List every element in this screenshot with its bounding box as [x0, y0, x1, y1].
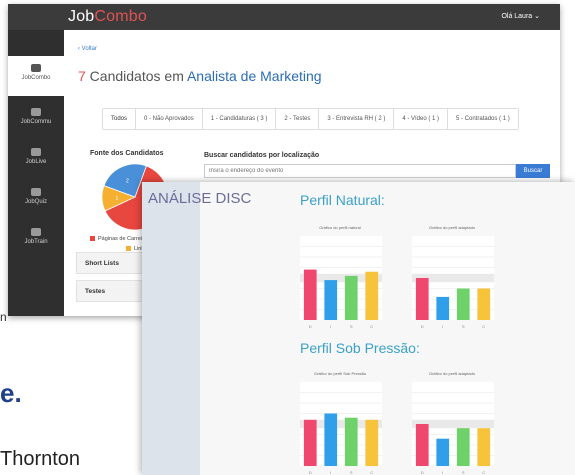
legend-swatch	[126, 246, 131, 252]
disc-bar-chart: DISC	[300, 236, 382, 329]
sidebar-item-jobtrain[interactable]: JobTrain	[8, 220, 64, 260]
search-button[interactable]: Buscar	[516, 164, 550, 178]
screenshot-stage: n e. Thornton JobCombo Olá Laura ⌄ JobCo…	[0, 0, 575, 475]
disc-chart-pressao-adaptado: Gráfico do perfil adaptado D I S C	[404, 370, 500, 475]
title-text: Candidatos em	[85, 68, 187, 84]
disc-bar-chart: DISC	[300, 382, 382, 475]
legend-label: Páginas de Carreira	[98, 236, 147, 242]
bar-d	[415, 278, 429, 320]
disc-sidebar	[142, 182, 200, 475]
tick-label: I	[442, 470, 443, 475]
disc-analysis-window: ANÁLISE DISC Perfil Natural: Perfil Sob …	[142, 182, 575, 475]
tick-label: C	[482, 470, 485, 475]
app-logo[interactable]: JobCombo	[68, 8, 147, 26]
logo-accent-text: Combo	[94, 8, 147, 25]
video-icon	[31, 108, 41, 116]
tick-label: C	[370, 324, 373, 329]
chart-caption: Gráfico do perfil natural	[319, 225, 361, 230]
sidebar-item-label: JobCombo	[21, 75, 51, 81]
location-search-input[interactable]	[204, 164, 516, 178]
logo-text: Job	[68, 8, 95, 25]
bar-s	[344, 275, 358, 320]
bar-c	[477, 288, 491, 320]
tick-label: D	[421, 324, 424, 329]
bar-c	[477, 428, 491, 466]
sidebar: JobCombo JobCommu JobLive JobQuiz JobTra…	[8, 30, 64, 316]
tick-label: S	[462, 324, 465, 329]
status-tabs: Todos 0 - Não Aprovados 1 - Candidaturas…	[102, 108, 519, 130]
bar-i	[324, 413, 338, 466]
bar-i	[324, 280, 338, 320]
bar-i	[436, 296, 450, 320]
bar-c	[365, 419, 379, 466]
bar-d	[303, 269, 317, 320]
tick-label: S	[462, 470, 465, 475]
chart-caption: Gráfico do perfil Sob Pressão	[313, 371, 367, 376]
sidebar-item-jobcommu[interactable]: JobCommu	[8, 100, 64, 140]
legend-swatch	[90, 236, 95, 242]
disc-chart-pressao: Gráfico do perfil Sob Pressão D I S C	[292, 370, 388, 475]
tick-label: D	[309, 470, 312, 475]
location-search-label: Buscar candidatos por localização	[204, 152, 320, 159]
tick-label: I	[330, 470, 331, 475]
tick-label: I	[330, 324, 331, 329]
disc-title: ANÁLISE DISC	[148, 190, 252, 207]
perfil-natural-title: Perfil Natural:	[300, 192, 385, 208]
sidebar-item-jobcombo[interactable]: JobCombo	[8, 56, 64, 96]
candidate-count: 7	[78, 68, 86, 84]
chart-caption: Gráfico do perfil adaptado	[428, 225, 476, 230]
tick-label: C	[482, 324, 485, 329]
sidebar-item-jobquiz[interactable]: JobQuiz	[8, 180, 64, 220]
chat-icon	[31, 148, 41, 156]
partner-logo-fragment: n	[0, 310, 7, 324]
bar-s	[456, 428, 470, 466]
cloud-icon	[31, 64, 41, 72]
pie-slice-label: 1	[115, 196, 118, 202]
perfil-pressao-title: Perfil Sob Pressão:	[300, 340, 420, 356]
page-title: 7 Candidatos em Analista de Marketing	[78, 68, 322, 84]
back-link[interactable]: ‹ Voltar	[78, 46, 97, 52]
tab-video[interactable]: 4 - Vídeo ( 1 )	[394, 109, 449, 129]
source-chart-title: Fonte dos Candidatos	[90, 150, 164, 157]
sidebar-item-label: JobCommu	[20, 119, 52, 125]
disc-bar-chart: DISC	[412, 382, 494, 475]
disc-chart-adaptado: Gráfico do perfil adaptado D I S C	[404, 224, 500, 330]
job-role: Analista de Marketing	[186, 68, 322, 84]
tab-contratados[interactable]: 5 - Contratados ( 1 )	[448, 109, 518, 129]
sidebar-item-label: JobTrain	[24, 239, 48, 245]
bar-s	[456, 288, 470, 320]
top-bar: JobCombo Olá Laura ⌄	[8, 4, 560, 30]
quiz-icon	[31, 188, 41, 196]
tab-todos[interactable]: Todos	[103, 109, 137, 129]
bar-d	[303, 419, 317, 466]
sidebar-item-label: JobLive	[25, 159, 47, 165]
pie-slice-label: 2	[126, 179, 129, 185]
bar-i	[436, 438, 450, 466]
chart-caption: Gráfico do perfil adaptado	[428, 371, 476, 376]
sidebar-item-joblive[interactable]: JobLive	[8, 140, 64, 180]
bar-s	[344, 417, 358, 466]
tick-label: S	[350, 470, 353, 475]
tab-nao-aprovados[interactable]: 0 - Não Aprovados	[136, 109, 203, 129]
disc-bar-chart: DISC	[412, 236, 494, 329]
partner-logo-thornton: Thornton	[0, 448, 81, 470]
bar-c	[365, 271, 379, 320]
tick-label: C	[370, 470, 373, 475]
gear-icon	[31, 228, 41, 236]
disc-chart-natural: Gráfico do perfil natural D I S C	[292, 224, 388, 330]
tab-entrevista-rh[interactable]: 3 - Entrevista RH ( 2 )	[319, 109, 395, 129]
tab-testes[interactable]: 2 - Testes	[276, 109, 320, 129]
user-menu[interactable]: Olá Laura ⌄	[501, 12, 540, 20]
tab-candidaturas[interactable]: 1 - Candidaturas ( 3 )	[202, 109, 277, 129]
partner-logo-fragment: e.	[0, 378, 22, 408]
sidebar-item-label: JobQuiz	[24, 199, 47, 205]
tick-label: I	[442, 324, 443, 329]
tick-label: D	[309, 324, 312, 329]
tick-label: S	[350, 324, 353, 329]
tick-label: D	[421, 470, 424, 475]
bar-d	[415, 424, 429, 466]
